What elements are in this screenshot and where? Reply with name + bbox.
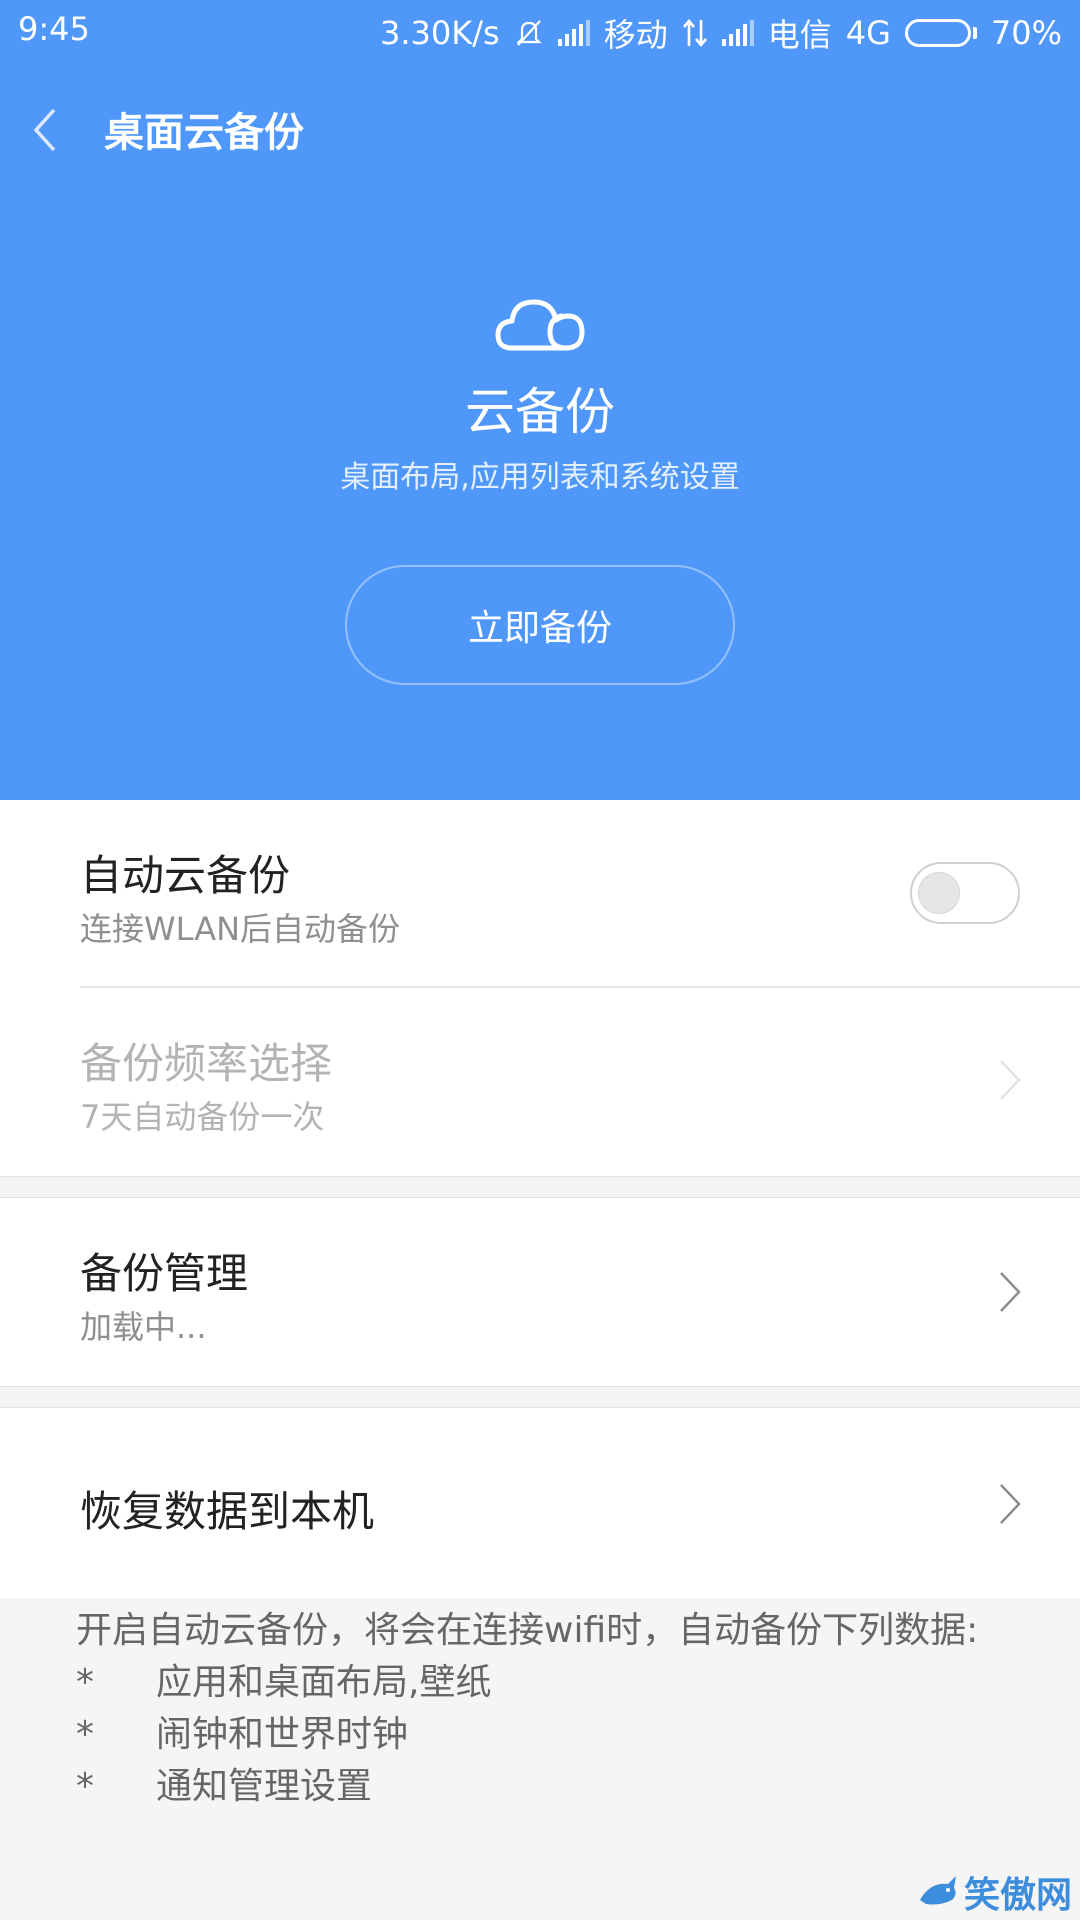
note-bullet: * — [76, 1714, 94, 1755]
page-title: 桌面云备份 — [104, 110, 304, 156]
hero: 云备份 桌面布局,应用列表和系统设置 — [0, 290, 1080, 496]
backup-note: 开启自动云备份，将会在连接wifi时，自动备份下列数据: * 应用和桌面布局,壁… — [76, 1605, 1006, 1813]
restore-title: 恢复数据到本机 — [80, 1487, 375, 1536]
auto-backup-row[interactable]: 自动云备份 连接WLAN后自动备份 — [0, 800, 1080, 986]
network-type: 4G — [845, 14, 891, 52]
section-separator — [0, 1176, 1080, 1198]
frequency-subtitle: 7天自动备份一次 — [80, 1098, 325, 1136]
toggle-knob — [918, 872, 960, 914]
backup-now-button[interactable]: 立即备份 — [345, 565, 735, 685]
note-item: * 通知管理设置 — [76, 1761, 1006, 1813]
restore-card: 恢复数据到本机 — [0, 1408, 1080, 1598]
note-bullet: * — [76, 1766, 94, 1807]
frequency-title: 备份频率选择 — [80, 1039, 333, 1088]
note-item: * 闹钟和世界时钟 — [76, 1709, 1006, 1761]
cloud-icon — [495, 299, 585, 351]
auto-backup-card: 自动云备份 连接WLAN后自动备份 备份频率选择 7天自动备份一次 — [0, 800, 1080, 1176]
auto-backup-title: 自动云备份 — [80, 851, 291, 900]
signal-icon — [721, 20, 754, 46]
manage-title: 备份管理 — [80, 1249, 249, 1298]
status-time: 9:45 — [18, 10, 90, 48]
note-item-text: 通知管理设置 — [156, 1766, 373, 1807]
signal-icon — [557, 20, 590, 46]
battery-icon — [904, 19, 977, 47]
note-item-text: 闹钟和世界时钟 — [156, 1714, 409, 1755]
hero-subtitle: 桌面布局,应用列表和系统设置 — [340, 460, 740, 495]
status-bar: 9:45 3.30K/s 移动 电信 4G 70% — [0, 0, 1080, 62]
backup-manage-row[interactable]: 备份管理 加载中... — [0, 1198, 1080, 1386]
title-bar: 桌面云备份 — [0, 90, 1080, 170]
note-item: * 应用和桌面布局,壁纸 — [76, 1657, 1006, 1709]
network-speed: 3.30K/s — [380, 14, 500, 52]
chevron-right-icon — [1000, 1060, 1021, 1100]
restore-row[interactable]: 恢复数据到本机 — [0, 1408, 1080, 1598]
data-arrows-icon — [682, 18, 707, 48]
note-bullet: * — [76, 1662, 94, 1703]
watermark-text: 笑傲网 — [963, 1875, 1072, 1916]
backup-frequency-row[interactable]: 备份频率选择 7天自动备份一次 — [0, 988, 1080, 1176]
section-separator — [0, 1386, 1080, 1408]
chevron-right-icon — [1000, 1484, 1021, 1524]
status-right: 3.30K/s 移动 电信 4G 70% — [380, 10, 1062, 56]
back-chevron-icon[interactable] — [26, 102, 66, 158]
battery-percent: 70% — [990, 14, 1062, 52]
shark-logo-icon — [919, 1876, 956, 1905]
carrier-1: 移动 — [603, 16, 668, 54]
header-banner: 9:45 3.30K/s 移动 电信 4G 70% 桌面云备份 云备份 桌面布局… — [0, 0, 1080, 800]
auto-backup-subtitle: 连接WLAN后自动备份 — [80, 910, 401, 948]
carrier-2: 电信 — [767, 16, 832, 54]
chevron-right-icon — [1000, 1272, 1021, 1312]
backup-manage-card: 备份管理 加载中... — [0, 1198, 1080, 1386]
hero-title: 云备份 — [465, 383, 615, 441]
mute-bell-icon — [516, 20, 542, 46]
manage-subtitle: 加载中... — [80, 1308, 207, 1346]
watermark: 笑傲网 — [916, 1866, 1072, 1918]
note-intro: 开启自动云备份，将会在连接wifi时，自动备份下列数据: — [76, 1610, 979, 1651]
auto-backup-toggle[interactable] — [910, 862, 1020, 924]
note-item-text: 应用和桌面布局,壁纸 — [156, 1662, 492, 1703]
